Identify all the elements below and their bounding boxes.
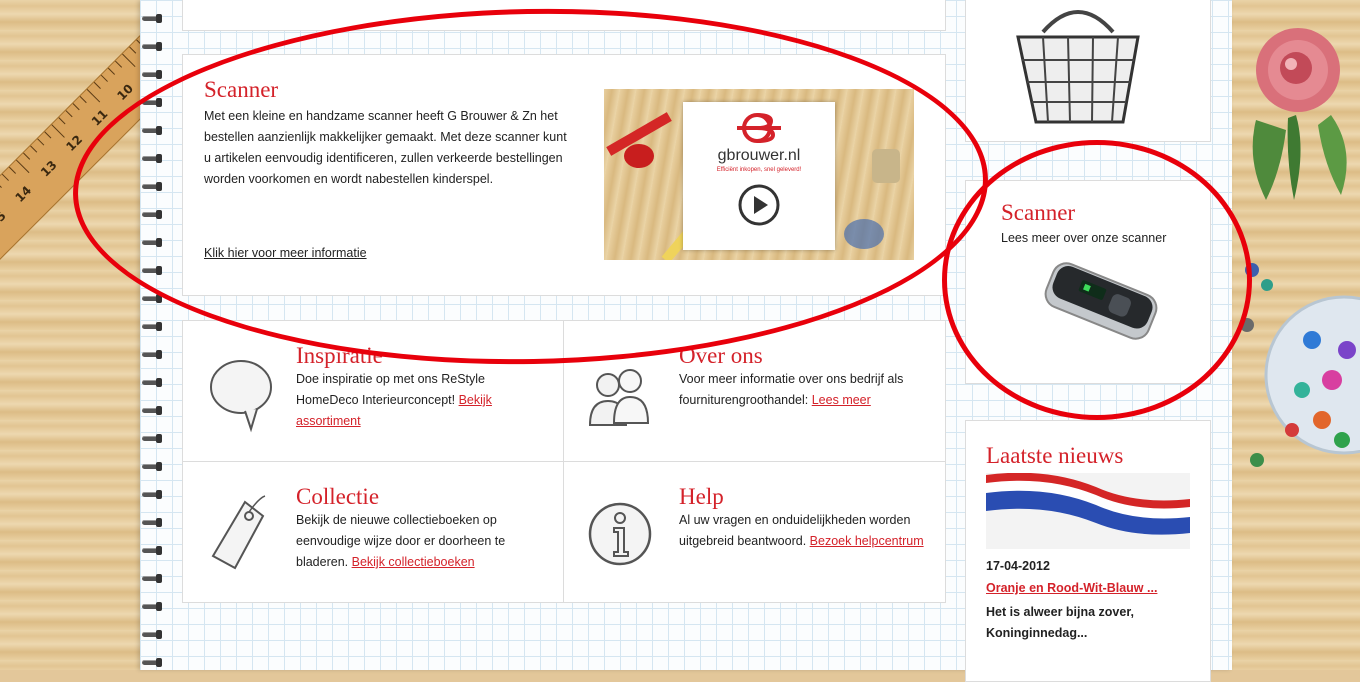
ruler-tick (8, 166, 17, 174)
ruler-tick (16, 159, 30, 174)
ruler-tick (44, 131, 52, 139)
spiral-ring (142, 602, 164, 611)
ruler-tick (79, 96, 87, 104)
ruler-tick (72, 103, 80, 111)
spiral-ring (142, 42, 164, 51)
spiral-ring (142, 238, 164, 247)
feature-link[interactable]: Bekijk collectieboeken (352, 555, 475, 569)
ruler-tick (86, 88, 101, 103)
spiral-ring (142, 294, 164, 303)
ruler-tick (129, 46, 137, 54)
news-headline-link[interactable]: Oranje en Rood-Wit-Blauw ... (986, 581, 1157, 595)
ruler-tick (122, 53, 136, 68)
basket-icon (1016, 10, 1140, 124)
scanner-more-info-link[interactable]: Klik hier voor meer informatie (204, 243, 367, 264)
video-brand: gbrouwer.nl (717, 147, 801, 164)
spiral-ring (142, 406, 164, 415)
top-content-box (182, 0, 946, 31)
scanner-title: Scanner (204, 77, 279, 102)
spiral-ring (142, 518, 164, 527)
spiral-ring (142, 378, 164, 387)
ruler-tick (115, 60, 123, 68)
ruler-tick (0, 180, 2, 188)
feature-link[interactable]: Lees meer (812, 393, 871, 407)
spiral-ring (142, 658, 164, 667)
feature-over-ons: Over ons Voor meer informatie over ons b… (564, 321, 944, 461)
spiral-ring (142, 574, 164, 583)
scanner-feature-box: Scanner Met een kleine en handzame scann… (182, 54, 946, 296)
feature-text: Doe inspiratie op met ons ReStyle HomeDe… (296, 372, 485, 407)
ruler-tick (1, 173, 9, 181)
ruler-number: 14 (12, 183, 35, 205)
spiral-ring (142, 490, 164, 499)
speech-bubble-icon (210, 360, 272, 433)
sequins-decoration (1232, 230, 1360, 520)
sidebar-basket-box[interactable] (965, 0, 1211, 142)
scanner-device-image (1044, 262, 1158, 340)
ruler-number: 11 (88, 106, 111, 129)
ruler-number: 12 (63, 132, 86, 155)
news-excerpt: Het is alweer bijna zover, Koninginnedag… (986, 605, 1134, 640)
tag-icon (211, 495, 266, 570)
sidebar-scanner-box[interactable]: Scanner Lees meer over onze scanner (965, 180, 1211, 384)
play-icon[interactable] (737, 183, 781, 227)
spiral-ring (142, 70, 164, 79)
feature-title: Help (679, 484, 724, 509)
scanner-description: Met een kleine en handzame scanner heeft… (204, 109, 567, 186)
ruler-number: 10 (114, 81, 137, 104)
spiral-ring (142, 434, 164, 443)
spiral-ring (142, 126, 164, 135)
feature-inspiratie: Inspiratie Doe inspiratie op met ons ReS… (183, 321, 563, 461)
scanner-video-thumbnail[interactable]: gbrouwer.nl Efficiënt inkopen, snel gele… (604, 89, 914, 260)
news-date: 17-04-2012 (986, 559, 1050, 573)
video-card: gbrouwer.nl Efficiënt inkopen, snel gele… (683, 102, 835, 250)
feature-collectie: Collectie Bekijk de nieuwe collectieboek… (183, 462, 563, 602)
thread-spool-decoration (872, 149, 900, 183)
feature-title: Over ons (679, 343, 763, 368)
ruler-decoration: 17161514131211109 (0, 0, 150, 330)
ruler-tick (51, 124, 65, 138)
sidebar-scanner-title: Scanner (1001, 200, 1076, 225)
spiral-ring (142, 630, 164, 639)
ribbon-bow-decoration (624, 144, 654, 168)
flower-decoration (1236, 0, 1360, 230)
spiral-ring (142, 350, 164, 359)
ruler-tick (30, 145, 38, 153)
spiral-ring (142, 462, 164, 471)
video-tagline: Efficiënt inkopen, snel geleverd! (716, 167, 802, 173)
sidebar-scanner-subtitle: Lees meer over onze scanner (1001, 231, 1167, 245)
spiral-ring (142, 322, 164, 331)
feature-grid: Inspiratie Doe inspiratie op met ons ReS… (182, 320, 946, 603)
ribbon-image (986, 473, 1190, 535)
ruler-tick (65, 110, 73, 118)
feature-link[interactable]: Bezoek helpcentrum (810, 534, 924, 548)
news-image[interactable] (986, 473, 1190, 549)
feature-title: Inspiratie (296, 343, 383, 368)
feature-help: Help Al uw vragen en onduidelijkheden wo… (564, 462, 944, 602)
beads-decoration (844, 219, 884, 249)
spiral-ring (142, 98, 164, 107)
spiral-ring (142, 266, 164, 275)
ruler-tick (58, 117, 66, 125)
spiral-ring (142, 154, 164, 163)
ruler-tick (23, 152, 31, 160)
spiral-ring (142, 14, 164, 23)
spiral-ring (142, 182, 164, 191)
gbrouwer-logo-icon (737, 113, 781, 143)
info-icon (588, 502, 652, 566)
ruler-number: 15 (0, 208, 9, 231)
feature-title: Collectie (296, 484, 380, 509)
spiral-ring (142, 210, 164, 219)
spiral-binding (140, 8, 168, 668)
ruler-tick (100, 74, 108, 82)
ruler-tick (93, 81, 101, 89)
ruler-tick (37, 138, 45, 146)
ruler-number: 13 (37, 157, 60, 180)
sidebar-news-box: Laatste nieuws 17-04-2012 Oranje en Rood… (965, 420, 1211, 682)
spiral-ring (142, 546, 164, 555)
news-title: Laatste nieuws (986, 443, 1124, 468)
people-icon (588, 369, 650, 426)
ruler-tick (107, 67, 116, 75)
